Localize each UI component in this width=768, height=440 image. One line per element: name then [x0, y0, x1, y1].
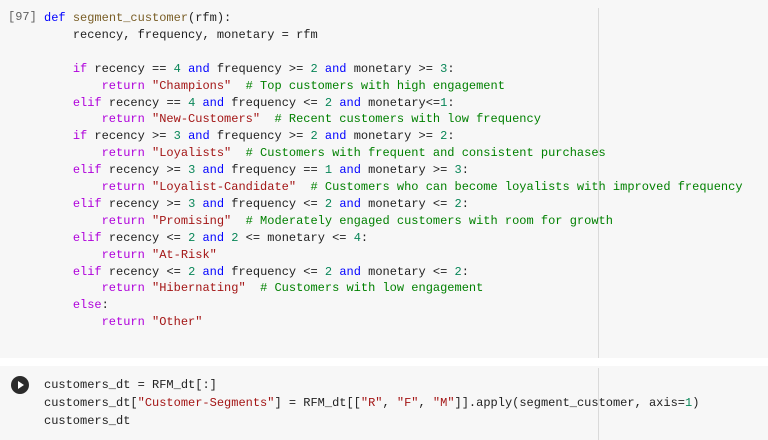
code-line[interactable]: return "Promising" # Moderately engaged …	[44, 213, 613, 229]
execution-count: [97]	[8, 10, 37, 24]
code-line[interactable]: return "Champions" # Top customers with …	[44, 78, 505, 94]
code-line[interactable]: elif recency >= 3 and frequency <= 2 and…	[44, 196, 469, 212]
code-line[interactable]: return "Hibernating" # Customers with lo…	[44, 280, 484, 296]
code-line[interactable]: return "Other"	[44, 314, 203, 330]
code-line[interactable]: elif recency == 4 and frequency <= 2 and…	[44, 95, 455, 111]
code-line[interactable]: return "At-Risk"	[44, 247, 217, 263]
code-line[interactable]: else:	[44, 297, 109, 313]
code-line[interactable]: def segment_customer(rfm):	[44, 10, 231, 26]
code-line[interactable]: return "Loyalists" # Customers with freq…	[44, 145, 606, 161]
code-line[interactable]: recency, frequency, monetary = rfm	[44, 27, 318, 43]
code-line[interactable]: elif recency <= 2 and 2 <= monetary <= 4…	[44, 230, 368, 246]
code-line[interactable]: if recency >= 3 and frequency >= 2 and m…	[44, 128, 455, 144]
code-line[interactable]: elif recency <= 2 and frequency <= 2 and…	[44, 264, 469, 280]
code-line[interactable]: return "New-Customers" # Recent customer…	[44, 111, 541, 127]
code-line[interactable]: customers_dt	[44, 413, 130, 429]
code-line[interactable]: elif recency >= 3 and frequency == 1 and…	[44, 162, 469, 178]
run-cell-button[interactable]	[11, 376, 29, 394]
code-line[interactable]: if recency == 4 and frequency >= 2 and m…	[44, 61, 455, 77]
code-line[interactable]: return "Loyalist-Candidate" # Customers …	[44, 179, 743, 195]
code-line[interactable]: customers_dt["Customer-Segments"] = RFM_…	[44, 395, 699, 411]
code-line[interactable]: customers_dt = RFM_dt[:]	[44, 377, 217, 393]
